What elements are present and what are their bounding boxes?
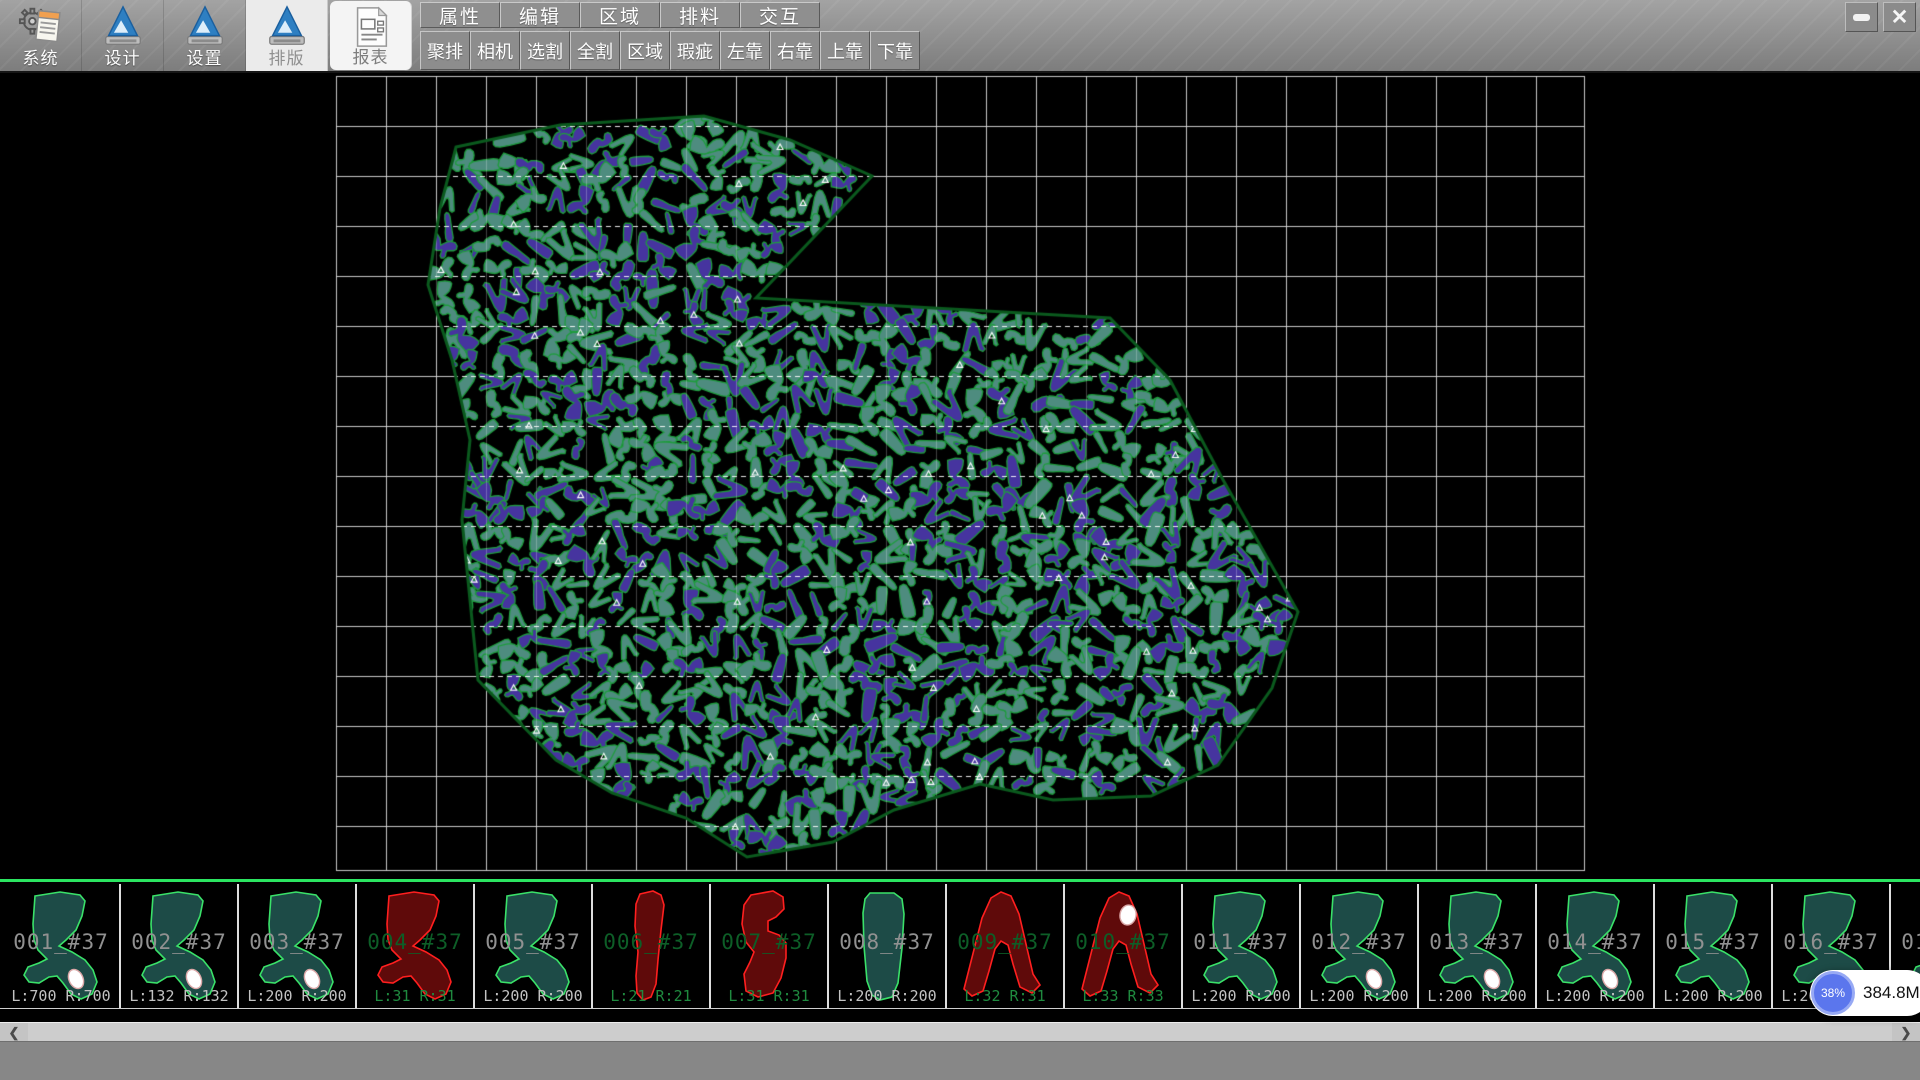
toolbar: 系统 设计 设置 排版 报表 属性编辑区域排料交互 聚排相机选割全割区域瑕 [0, 0, 1920, 73]
piece-counts: L:200 R:200 [1655, 987, 1771, 1005]
main-button-label: 报表 [330, 43, 411, 68]
piece-thumbnail-6[interactable]: 006_#37 L:21 R:21 [593, 884, 711, 1008]
menu-bar: 属性编辑区域排料交互 [420, 2, 820, 28]
menu-button-2[interactable]: 编辑 [500, 2, 580, 28]
piece-thumbnail-9[interactable]: 009_#37 L:32 R:31 [947, 884, 1065, 1008]
piece-counts: L:31 R:31 [357, 987, 473, 1005]
tool-button-2[interactable]: 相机 [470, 31, 520, 70]
menu-button-1[interactable]: 属性 [420, 2, 500, 28]
scroll-left-button[interactable]: ❮ [0, 1023, 28, 1042]
menu-button-3[interactable]: 区域 [580, 2, 660, 28]
main-toolbar: 系统 设计 设置 排版 报表 [0, 0, 414, 71]
piece-id: 008_#37 [829, 930, 945, 954]
tool-button-9[interactable]: 上靠 [820, 31, 870, 70]
tool-button-4[interactable]: 全割 [570, 31, 620, 70]
main-button-3[interactable]: 设置 [164, 0, 246, 71]
piece-counts: L:21 R:21 [593, 987, 709, 1005]
piece-counts: L:32 R:31 [947, 987, 1063, 1005]
main-button-2[interactable]: 设计 [82, 0, 164, 71]
piece-thumbnail-15[interactable]: 015_#37 L:200 R:200 [1655, 884, 1773, 1008]
piece-counts: L:200 R:200 [1301, 987, 1417, 1005]
memory-value: 384.8M [1863, 983, 1920, 1003]
piece-thumbnail-13[interactable]: 013_#37 L:200 R:200 [1419, 884, 1537, 1008]
main-button-label: 设置 [164, 44, 245, 69]
piece-id: 017_#37 [1891, 930, 1920, 954]
main-button-label: 排版 [246, 44, 327, 69]
piece-counts: L:200 R:200 [239, 987, 355, 1005]
piece-id: 007_#37 [711, 930, 827, 954]
piece-id: 015_#37 [1655, 930, 1771, 954]
horizontal-scrollbar[interactable]: ❮ ❯ [0, 1022, 1920, 1041]
piece-thumbnail-7[interactable]: 007_#37 L:31 R:31 [711, 884, 829, 1008]
minimize-icon [1853, 14, 1870, 21]
piece-id: 004_#37 [357, 930, 473, 954]
scroll-right-button[interactable]: ❯ [1892, 1023, 1920, 1042]
piece-counts: L:200 R:200 [475, 987, 591, 1005]
piece-id: 002_#37 [121, 930, 237, 954]
piece-counts: L:200 R:200 [1419, 987, 1535, 1005]
piece-id: 006_#37 [593, 930, 709, 954]
tool-button-5[interactable]: 区域 [620, 31, 670, 70]
progress-circle: 38% [1811, 971, 1855, 1015]
main-button-5[interactable]: 报表 [330, 1, 412, 70]
piece-thumbnail-4[interactable]: 004_#37 L:31 R:31 [357, 884, 475, 1008]
tool-button-7[interactable]: 左靠 [720, 31, 770, 70]
piece-id: 011_#37 [1183, 930, 1299, 954]
main-button-4[interactable]: 排版 [246, 0, 328, 71]
piece-counts: L:200 R:200 [829, 987, 945, 1005]
status-bar [0, 1041, 1920, 1080]
piece-thumbnail-14[interactable]: 014_#37 L:200 R:200 [1537, 884, 1655, 1008]
strip-divider [0, 879, 1920, 882]
close-icon: ✕ [1891, 7, 1909, 28]
tool-bar: 聚排相机选割全割区域瑕疵左靠右靠上靠下靠 [420, 31, 920, 70]
tool-button-1[interactable]: 聚排 [420, 31, 470, 70]
main-button-label: 设计 [82, 44, 163, 69]
piece-id: 003_#37 [239, 930, 355, 954]
nesting-canvas[interactable] [0, 73, 1920, 879]
minimize-button[interactable] [1845, 2, 1878, 32]
piece-thumbnail-5[interactable]: 005_#37 L:200 R:200 [475, 884, 593, 1008]
window-controls: ✕ [1845, 2, 1916, 32]
piece-thumbnail-12[interactable]: 012_#37 L:200 R:200 [1301, 884, 1419, 1008]
piece-counts: L:200 R:200 [1183, 987, 1299, 1005]
memory-badge[interactable]: 38% 384.8M [1810, 970, 1920, 1016]
piece-thumbnail-1[interactable]: 001_#37 L:700 R:700 [3, 884, 121, 1008]
main-button-label: 系统 [0, 44, 81, 69]
piece-id: 012_#37 [1301, 930, 1417, 954]
piece-id: 014_#37 [1537, 930, 1653, 954]
pieces-strip: 001_#37 L:700 R:700 002_#37 L:132 R:132 … [0, 884, 1920, 1009]
main-button-1[interactable]: 系统 [0, 0, 82, 71]
tool-button-3[interactable]: 选割 [520, 31, 570, 70]
piece-thumbnail-3[interactable]: 003_#37 L:200 R:200 [239, 884, 357, 1008]
piece-thumbnail-10[interactable]: 010_#37 L:33 R:33 [1065, 884, 1183, 1008]
piece-id: 010_#37 [1065, 930, 1181, 954]
piece-counts: L:132 R:132 [121, 987, 237, 1005]
menu-button-4[interactable]: 排料 [660, 2, 740, 28]
piece-id: 016_#37 [1773, 930, 1889, 954]
tool-button-6[interactable]: 瑕疵 [670, 31, 720, 70]
piece-counts: L:33 R:33 [1065, 987, 1181, 1005]
application-window: 系统 设计 设置 排版 报表 属性编辑区域排料交互 聚排相机选割全割区域瑕 [0, 0, 1920, 1080]
piece-counts: L:700 R:700 [3, 987, 119, 1005]
piece-thumbnail-2[interactable]: 002_#37 L:132 R:132 [121, 884, 239, 1008]
tool-button-10[interactable]: 下靠 [870, 31, 920, 70]
piece-id: 005_#37 [475, 930, 591, 954]
piece-id: 001_#37 [3, 930, 119, 954]
piece-thumbnail-8[interactable]: 008_#37 L:200 R:200 [829, 884, 947, 1008]
piece-thumbnail-11[interactable]: 011_#37 L:200 R:200 [1183, 884, 1301, 1008]
piece-id: 013_#37 [1419, 930, 1535, 954]
piece-counts: L:200 R:200 [1537, 987, 1653, 1005]
piece-counts: L:31 R:31 [711, 987, 827, 1005]
tool-button-8[interactable]: 右靠 [770, 31, 820, 70]
menu-button-5[interactable]: 交互 [740, 2, 820, 28]
close-button[interactable]: ✕ [1883, 2, 1916, 32]
piece-id: 009_#37 [947, 930, 1063, 954]
